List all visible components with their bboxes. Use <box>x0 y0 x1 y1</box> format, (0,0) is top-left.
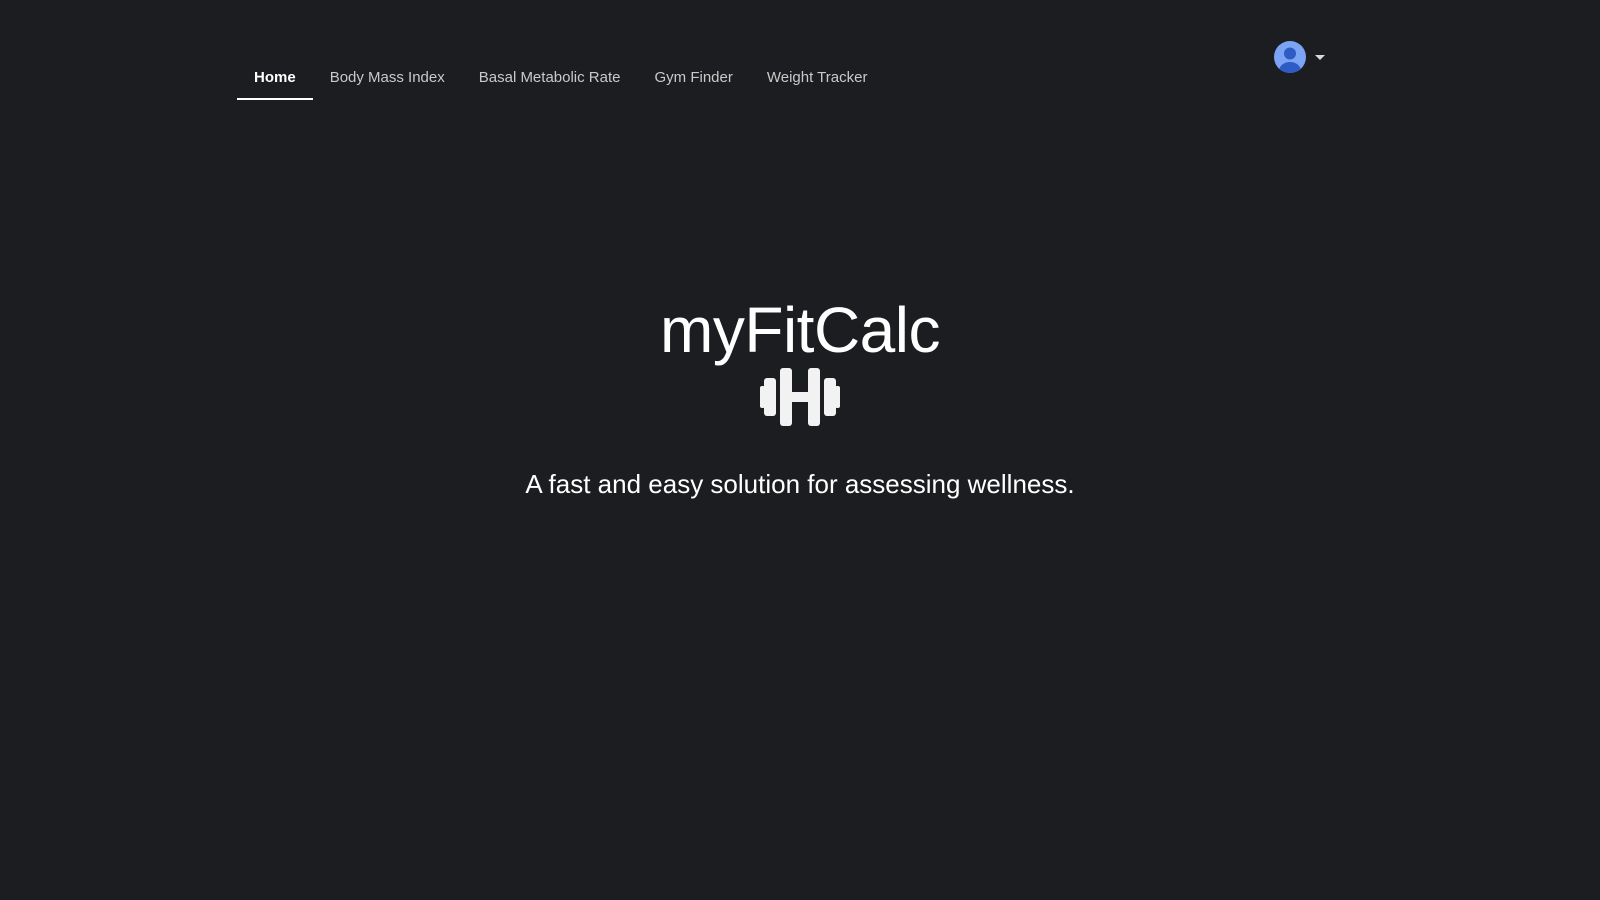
nav-item-gym-finder[interactable]: Gym Finder <box>638 58 750 100</box>
user-circle-icon <box>1274 41 1306 73</box>
nav-item-home[interactable]: Home <box>237 58 313 100</box>
nav-item-label: Basal Metabolic Rate <box>478 69 621 86</box>
hero-section: myFitCalc A fast and easy solution for a… <box>0 292 1600 500</box>
nav-item-body-mass-index[interactable]: Body Mass Index <box>313 58 462 100</box>
nav-item-label: Home <box>254 69 296 86</box>
nav-item-label: Gym Finder <box>654 69 733 86</box>
hero-tagline: A fast and easy solution for assessing w… <box>525 469 1075 499</box>
nav-item-label: Weight Tracker <box>766 69 868 86</box>
nav-item-weight-tracker[interactable]: Weight Tracker <box>750 58 885 100</box>
active-tab-indicator <box>237 98 313 100</box>
main-nav: Home Body Mass Index Basal Metabolic Rat… <box>237 58 884 100</box>
app-title: myFitCalc <box>660 294 940 366</box>
nav-item-basal-metabolic-rate[interactable]: Basal Metabolic Rate <box>462 58 638 100</box>
page: Home Body Mass Index Basal Metabolic Rat… <box>0 0 1600 900</box>
caret-down-icon <box>1315 54 1325 60</box>
account-menu-button[interactable] <box>1274 41 1325 73</box>
dumbbell-icon <box>760 368 840 426</box>
nav-item-label: Body Mass Index <box>329 69 445 86</box>
